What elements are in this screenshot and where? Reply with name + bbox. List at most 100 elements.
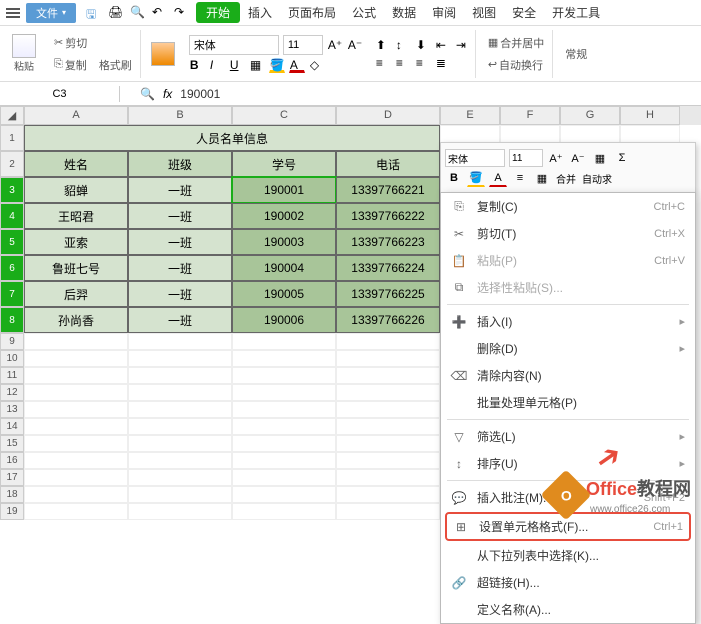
cell-empty[interactable] bbox=[232, 333, 336, 350]
ctx-paste[interactable]: 📋 粘贴(P) Ctrl+V bbox=[441, 247, 695, 274]
clear-format-icon[interactable]: ◇ bbox=[309, 57, 325, 73]
header-id[interactable]: 学号 bbox=[232, 151, 336, 177]
indent-dec-icon[interactable]: ⇤ bbox=[435, 37, 451, 53]
row-header-8[interactable]: 8 bbox=[0, 307, 24, 333]
mini-font[interactable] bbox=[445, 149, 505, 167]
cell-empty[interactable] bbox=[128, 384, 232, 401]
align-bot-icon[interactable]: ⬇ bbox=[415, 37, 431, 53]
file-menu[interactable]: 文件 ▾ bbox=[26, 3, 76, 23]
justify-icon[interactable]: ≣ bbox=[435, 55, 451, 71]
cell-empty[interactable] bbox=[128, 418, 232, 435]
cell-empty[interactable] bbox=[24, 418, 128, 435]
cell-empty[interactable] bbox=[24, 503, 128, 520]
row-header-12[interactable]: 12 bbox=[0, 384, 24, 401]
cell-empty[interactable] bbox=[336, 367, 440, 384]
cell-d7[interactable]: 13397766225 bbox=[336, 281, 440, 307]
cell-empty[interactable] bbox=[232, 435, 336, 452]
row-header-7[interactable]: 7 bbox=[0, 281, 24, 307]
cell-empty[interactable] bbox=[128, 401, 232, 418]
cell-empty[interactable] bbox=[232, 367, 336, 384]
row-header-16[interactable]: 16 bbox=[0, 452, 24, 469]
fill-color-icon[interactable]: 🪣 bbox=[269, 57, 285, 73]
cell-d8[interactable]: 13397766226 bbox=[336, 307, 440, 333]
mini-align-icon[interactable]: ≡ bbox=[511, 169, 529, 187]
align-right-icon[interactable]: ≡ bbox=[415, 55, 431, 71]
mini-font-color-icon[interactable]: A bbox=[489, 169, 507, 187]
ctx-dropdown-select[interactable]: 从下拉列表中选择(K)... bbox=[441, 542, 695, 569]
copy-button[interactable]: ⎘ 复制 bbox=[50, 55, 91, 75]
ctx-paste-special[interactable]: ⧉ 选择性粘贴(S)... bbox=[441, 274, 695, 301]
cell-empty[interactable] bbox=[336, 401, 440, 418]
cell-empty[interactable] bbox=[128, 452, 232, 469]
paste-button[interactable]: 粘贴 bbox=[6, 32, 42, 75]
number-format[interactable]: 常规 bbox=[561, 44, 591, 64]
indent-inc-icon[interactable]: ⇥ bbox=[455, 37, 471, 53]
row-header-5[interactable]: 5 bbox=[0, 229, 24, 255]
tab-view[interactable]: 视图 bbox=[464, 0, 504, 25]
search-icon[interactable]: 🔍 bbox=[140, 87, 155, 101]
merge-center-button[interactable]: ▦ 合并居中 bbox=[484, 33, 548, 53]
cell-b6[interactable]: 一班 bbox=[128, 255, 232, 281]
tab-home[interactable]: 开始 bbox=[196, 2, 240, 23]
cell-empty[interactable] bbox=[24, 401, 128, 418]
font-color-icon[interactable]: A bbox=[289, 57, 305, 73]
cell-empty[interactable] bbox=[128, 469, 232, 486]
cell-empty[interactable] bbox=[232, 452, 336, 469]
cell-empty[interactable] bbox=[336, 469, 440, 486]
tab-layout[interactable]: 页面布局 bbox=[280, 0, 344, 25]
header-class[interactable]: 班级 bbox=[128, 151, 232, 177]
cell-empty[interactable] bbox=[336, 452, 440, 469]
row-header-10[interactable]: 10 bbox=[0, 350, 24, 367]
cell-a6[interactable]: 鲁班七号 bbox=[24, 255, 128, 281]
cell-empty[interactable] bbox=[336, 350, 440, 367]
cell-empty[interactable] bbox=[336, 435, 440, 452]
row-header-1[interactable]: 1 bbox=[0, 125, 24, 151]
row-header-17[interactable]: 17 bbox=[0, 469, 24, 486]
ctx-delete[interactable]: 删除(D) ▸ bbox=[441, 335, 695, 362]
cell-empty[interactable] bbox=[24, 452, 128, 469]
col-header-c[interactable]: C bbox=[232, 106, 336, 125]
underline-icon[interactable]: U bbox=[229, 57, 245, 73]
align-left-icon[interactable]: ≡ bbox=[375, 55, 391, 71]
cell-empty[interactable] bbox=[24, 486, 128, 503]
ctx-copy[interactable]: ⎘ 复制(C) Ctrl+C bbox=[441, 193, 695, 220]
row-header-6[interactable]: 6 bbox=[0, 255, 24, 281]
cell-empty[interactable] bbox=[128, 333, 232, 350]
mini-dec-font-icon[interactable]: A⁻ bbox=[569, 149, 587, 167]
hamburger-icon[interactable] bbox=[4, 4, 22, 22]
cell-c8[interactable]: 190006 bbox=[232, 307, 336, 333]
cell-d4[interactable]: 13397766222 bbox=[336, 203, 440, 229]
tab-dev[interactable]: 开发工具 bbox=[544, 0, 608, 25]
row-header-11[interactable]: 11 bbox=[0, 367, 24, 384]
cell-empty[interactable] bbox=[24, 350, 128, 367]
name-box[interactable]: C3 bbox=[0, 86, 120, 102]
row-header-15[interactable]: 15 bbox=[0, 435, 24, 452]
cell-c5[interactable]: 190003 bbox=[232, 229, 336, 255]
cell-empty[interactable] bbox=[232, 401, 336, 418]
cell-d3[interactable]: 13397766221 bbox=[336, 177, 440, 203]
italic-icon[interactable]: I bbox=[209, 57, 225, 73]
tab-insert[interactable]: 插入 bbox=[240, 0, 280, 25]
row-header-9[interactable]: 9 bbox=[0, 333, 24, 350]
cell-empty[interactable] bbox=[232, 469, 336, 486]
ctx-batch[interactable]: 批量处理单元格(P) bbox=[441, 389, 695, 416]
row-header-14[interactable]: 14 bbox=[0, 418, 24, 435]
cell-empty[interactable] bbox=[232, 503, 336, 520]
col-header-d[interactable]: D bbox=[336, 106, 440, 125]
cell-empty[interactable] bbox=[232, 418, 336, 435]
cell-empty[interactable] bbox=[232, 350, 336, 367]
preview-icon[interactable]: 🔍 bbox=[130, 5, 146, 21]
mini-merge-button[interactable]: 合并 bbox=[555, 169, 577, 187]
cell-a8[interactable]: 孙尚香 bbox=[24, 307, 128, 333]
ctx-insert[interactable]: ➕ 插入(I) ▸ bbox=[441, 308, 695, 335]
cell-c3-active[interactable]: 190001 bbox=[232, 177, 336, 203]
tab-data[interactable]: 数据 bbox=[384, 0, 424, 25]
redo-icon[interactable]: ↷ bbox=[174, 5, 190, 21]
cell-empty[interactable] bbox=[232, 486, 336, 503]
format-painter-big[interactable] bbox=[145, 40, 181, 68]
ctx-filter[interactable]: ▽ 筛选(L) ▸ bbox=[441, 423, 695, 450]
tab-formula[interactable]: 公式 bbox=[344, 0, 384, 25]
undo-icon[interactable]: ↶ bbox=[152, 5, 168, 21]
cut-button[interactable]: ✂ 剪切 bbox=[50, 33, 91, 53]
mini-inc-font-icon[interactable]: A⁺ bbox=[547, 149, 565, 167]
